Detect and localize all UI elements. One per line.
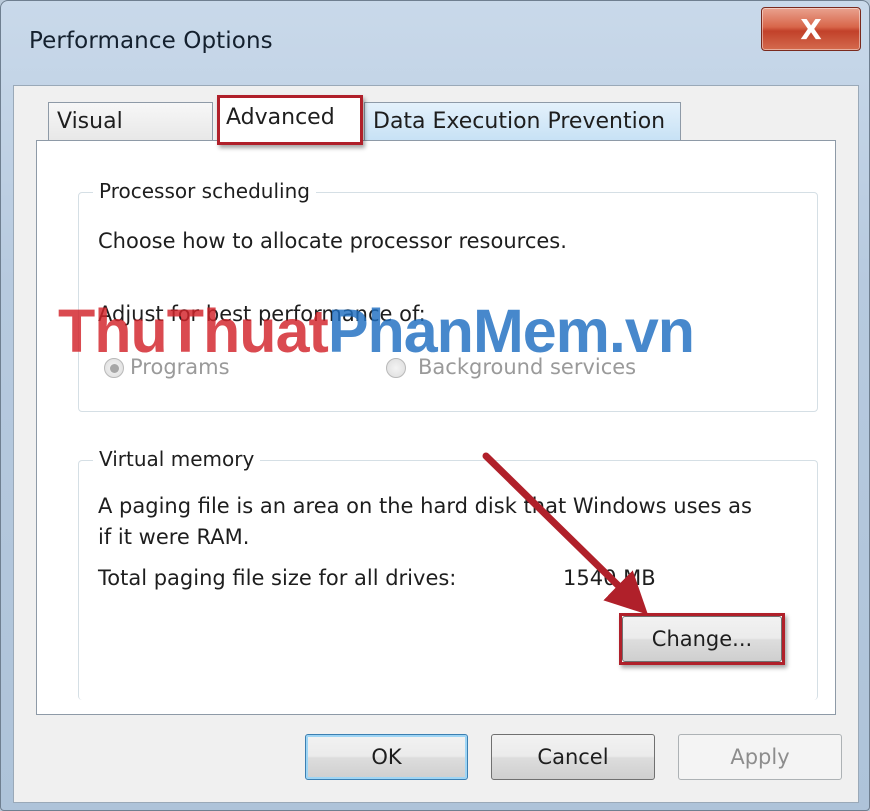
apply-button[interactable]: Apply xyxy=(678,734,842,780)
virtual-memory-description-line2: if it were RAM. xyxy=(98,525,250,549)
programs-radio[interactable] xyxy=(104,358,124,378)
change-button[interactable]: Change... xyxy=(622,616,782,662)
cancel-button[interactable]: Cancel xyxy=(491,734,655,780)
window-title: Performance Options xyxy=(29,28,273,54)
total-paging-size-value: 1540 MB xyxy=(563,566,656,590)
processor-scheduling-description: Choose how to allocate processor resourc… xyxy=(98,229,567,253)
close-button[interactable]: X xyxy=(761,7,861,51)
radio-selected-dot xyxy=(110,364,119,373)
close-icon: X xyxy=(800,12,822,46)
ok-button[interactable]: OK xyxy=(305,734,468,780)
background-services-radio-label[interactable]: Background services xyxy=(418,355,636,379)
title-bar[interactable]: Performance Options X xyxy=(1,1,869,81)
background-services-radio[interactable] xyxy=(386,358,406,378)
adjust-performance-label: Adjust for best performance of: xyxy=(98,302,426,326)
tab-data-execution-prevention[interactable]: Data Execution Prevention xyxy=(364,102,681,142)
processor-scheduling-legend: Processor scheduling xyxy=(93,179,316,203)
total-paging-size-label: Total paging file size for all drives: xyxy=(98,566,457,590)
virtual-memory-description-line1: A paging file is an area on the hard dis… xyxy=(98,494,752,518)
virtual-memory-legend: Virtual memory xyxy=(93,447,261,471)
tab-advanced[interactable]: Advanced xyxy=(217,96,363,142)
programs-radio-label[interactable]: Programs xyxy=(130,355,230,379)
tab-visual-effects[interactable]: Visual Effects xyxy=(48,102,213,172)
